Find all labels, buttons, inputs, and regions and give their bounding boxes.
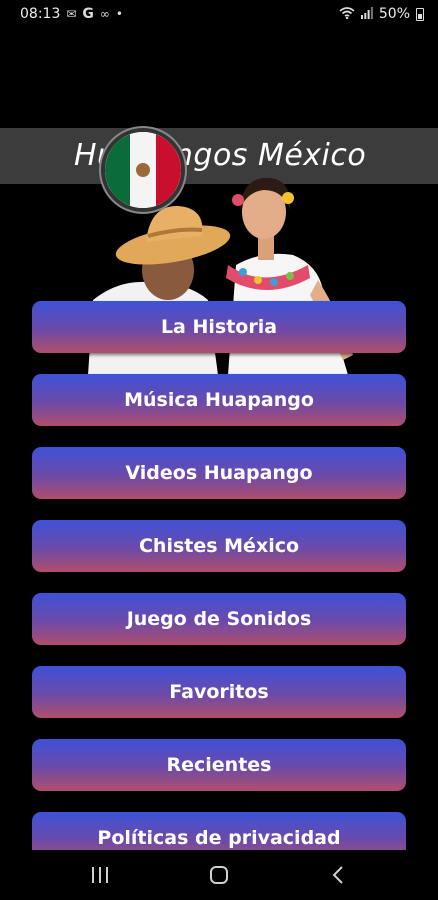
battery-icon	[416, 7, 424, 21]
menu-button-musica-huapango[interactable]: Música Huapango	[32, 374, 406, 426]
menu-button-recientes[interactable]: Recientes	[32, 739, 406, 791]
status-right: 50%	[339, 6, 424, 22]
signal-icon	[360, 6, 373, 22]
recent-apps-icon[interactable]	[75, 855, 125, 895]
gmail-icon: ✉	[66, 7, 77, 21]
navigation-bar	[0, 850, 438, 900]
menu-button-juego-de-sonidos[interactable]: Juego de Sonidos	[32, 593, 406, 645]
status-left: 08:13 ✉ G ∞ •	[20, 6, 123, 22]
status-bar: 08:13 ✉ G ∞ • 50%	[0, 0, 438, 28]
menu-button-videos-huapango[interactable]: Videos Huapango	[32, 447, 406, 499]
status-time: 08:13	[20, 6, 61, 22]
menu-button-chistes-mexico[interactable]: Chistes México	[32, 520, 406, 572]
wifi-icon	[339, 6, 355, 22]
dot-icon: •	[115, 7, 123, 21]
menu-button-favoritos[interactable]: Favoritos	[32, 666, 406, 718]
menu-button-la-historia[interactable]: La Historia	[32, 301, 406, 353]
google-icon: G	[82, 6, 94, 22]
mexico-flag-icon	[101, 128, 185, 212]
battery-percent: 50%	[378, 6, 410, 22]
home-icon[interactable]	[194, 855, 244, 895]
flag-white-stripe	[130, 132, 156, 208]
back-icon[interactable]	[313, 855, 363, 895]
voicemail-icon: ∞	[99, 7, 110, 21]
